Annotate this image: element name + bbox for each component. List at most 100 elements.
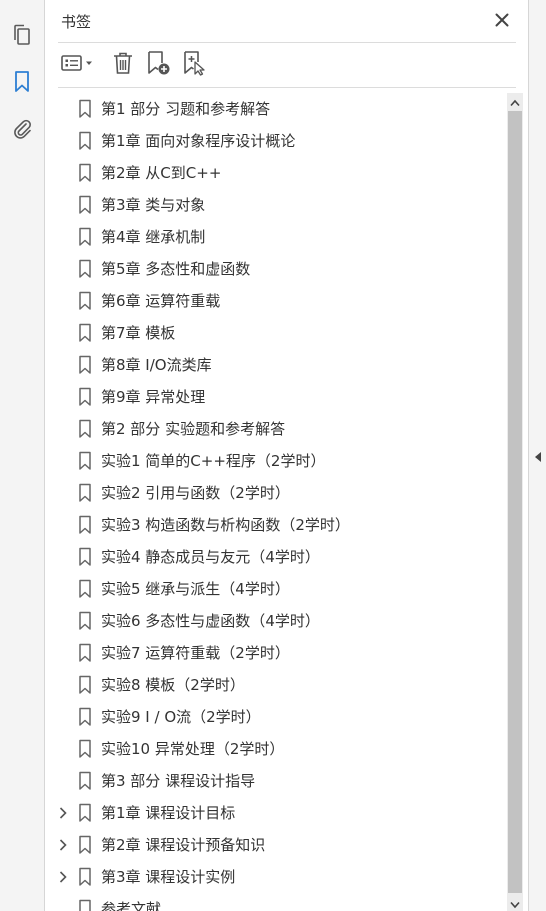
bookmark-item[interactable]: 实验9 I / O流（2学时） (46, 701, 504, 733)
bookmark-label: 实验1 简单的C++程序（2学时） (101, 452, 326, 470)
scroll-up-button[interactable] (507, 93, 523, 109)
bookmark-icon (78, 579, 92, 599)
page-thumbnails-button[interactable] (7, 20, 37, 50)
bookmark-icon (78, 707, 92, 727)
bookmark-item[interactable]: 实验5 继承与派生（4学时） (46, 573, 504, 605)
bookmark-item[interactable]: 第2 部分 实验题和参考解答 (46, 413, 504, 445)
panel-title: 书签 (61, 13, 92, 31)
right-collapse-strip (528, 0, 546, 911)
pages-icon (11, 23, 33, 47)
bookmark-item[interactable]: 第3章 类与对象 (46, 189, 504, 221)
bookmark-label: 第3章 类与对象 (101, 196, 206, 214)
bookmark-icon (78, 515, 92, 535)
bookmark-cursor-icon (181, 50, 207, 80)
list-options-icon (60, 53, 96, 77)
bookmark-icon (78, 163, 92, 183)
collapse-panel-button[interactable] (533, 450, 543, 464)
bookmark-item[interactable]: 实验8 模板（2学时） (46, 669, 504, 701)
chevron-right-icon[interactable] (56, 838, 70, 852)
bookmark-icon (78, 675, 92, 695)
bookmark-item[interactable]: 第7章 模板 (46, 317, 504, 349)
chevron-right-icon[interactable] (56, 870, 70, 884)
bookmark-icon (78, 643, 92, 663)
bookmark-label: 第1章 课程设计目标 (101, 804, 236, 822)
attachments-panel-button[interactable] (7, 113, 37, 143)
navigation-rail (0, 0, 45, 911)
bookmark-label: 实验3 构造函数与析构函数（2学时） (101, 516, 350, 534)
add-bookmark-icon (145, 50, 171, 80)
close-panel-button[interactable] (492, 11, 512, 31)
bookmark-item[interactable]: 实验1 简单的C++程序（2学时） (46, 445, 504, 477)
options-menu-button[interactable] (58, 52, 98, 78)
trash-icon (112, 51, 134, 79)
delete-bookmark-button[interactable] (110, 52, 136, 78)
bookmark-icon (78, 387, 92, 407)
bookmark-item[interactable]: 第1章 面向对象程序设计概论 (46, 125, 504, 157)
bookmark-icon (78, 259, 92, 279)
bookmark-item[interactable]: 实验7 运算符重载（2学时） (46, 637, 504, 669)
bookmark-label: 第1章 面向对象程序设计概论 (101, 132, 296, 150)
bookmark-icon (78, 131, 92, 151)
bookmark-item[interactable]: 第3章 课程设计实例 (46, 861, 504, 893)
chevron-right-icon[interactable] (56, 806, 70, 820)
bookmark-item[interactable]: 第2章 课程设计预备知识 (46, 829, 504, 861)
bookmark-icon (78, 227, 92, 247)
bookmark-icon (78, 771, 92, 791)
bookmark-label: 第9章 异常处理 (101, 388, 206, 406)
bookmark-list: 第1 部分 习题和参考解答第1章 面向对象程序设计概论 第2章 从C到C++ 第3章… (46, 93, 504, 911)
chevron-up-icon (510, 92, 520, 111)
bookmark-item[interactable]: 第1 部分 习题和参考解答 (46, 93, 504, 125)
bookmark-icon (78, 867, 92, 887)
bookmark-item[interactable]: 第9章 异常处理 (46, 381, 504, 413)
new-bookmark-from-structure-button[interactable] (180, 50, 208, 80)
bookmark-item[interactable]: 参考文献 (46, 893, 504, 911)
scrollbar-thumb[interactable] (508, 111, 522, 893)
bookmark-label: 第2 部分 实验题和参考解答 (101, 420, 286, 438)
bookmarks-panel: 书签 第1 部分 习题和参考解答 第1章 面向对象程序设计概论 第2章 从C到C… (46, 0, 528, 911)
attachment-icon (11, 116, 33, 140)
bookmark-label: 第7章 模板 (101, 324, 176, 342)
bookmark-item[interactable]: 实验3 构造函数与析构函数（2学时） (46, 509, 504, 541)
bookmark-item[interactable]: 实验2 引用与函数（2学时） (46, 477, 504, 509)
bookmark-label: 实验6 多态性与虚函数（4学时） (101, 612, 320, 630)
bookmark-item[interactable]: 第3 部分 课程设计指导 (46, 765, 504, 797)
triangle-left-icon (534, 448, 542, 467)
vertical-scrollbar[interactable] (507, 93, 523, 911)
bookmark-icon (78, 547, 92, 567)
bookmark-item[interactable]: 第2章 从C到C++ (46, 157, 504, 189)
bookmark-icon (78, 899, 92, 911)
bookmark-label: 第5章 多态性和虚函数 (101, 260, 251, 278)
bookmark-icon (78, 483, 92, 503)
bookmark-label: 第1 部分 习题和参考解答 (101, 100, 271, 118)
bookmark-item[interactable]: 实验10 异常处理（2学时） (46, 733, 504, 765)
bookmark-item[interactable]: 第5章 多态性和虚函数 (46, 253, 504, 285)
bookmark-icon (78, 419, 92, 439)
bookmarks-panel-button[interactable] (7, 67, 37, 97)
toolbar-divider (58, 87, 516, 88)
panel-header: 书签 (46, 0, 528, 42)
bookmark-label: 第2章 从C到C++ (101, 164, 222, 182)
bookmark-icon (78, 291, 92, 311)
bookmark-label: 实验8 模板（2学时） (101, 676, 245, 694)
bookmark-label: 实验5 继承与派生（4学时） (101, 580, 290, 598)
bookmark-item[interactable]: 第6章 运算符重载 (46, 285, 504, 317)
bookmark-icon (78, 451, 92, 471)
bookmark-icon (78, 195, 92, 215)
bookmark-item[interactable]: 实验6 多态性与虚函数（4学时） (46, 605, 504, 637)
bookmark-icon (78, 99, 92, 119)
bookmark-item[interactable]: 第8章 I/O流类库 (46, 349, 504, 381)
close-icon (495, 12, 509, 31)
bookmark-label: 第6章 运算符重载 (101, 292, 221, 310)
bookmark-item[interactable]: 第1章 课程设计目标 (46, 797, 504, 829)
bookmark-label: 第3章 课程设计实例 (101, 868, 236, 886)
bookmark-icon (13, 70, 31, 94)
bookmark-label: 实验10 异常处理（2学时） (101, 740, 285, 758)
bookmark-item[interactable]: 实验4 静态成员与友元（4学时） (46, 541, 504, 573)
new-bookmark-button[interactable] (144, 50, 172, 80)
scroll-down-button[interactable] (507, 895, 523, 911)
bookmark-label: 第2章 课程设计预备知识 (101, 836, 266, 854)
bookmark-label: 实验4 静态成员与友元（4学时） (101, 548, 320, 566)
bookmark-icon (78, 739, 92, 759)
bookmark-item[interactable]: 第4章 继承机制 (46, 221, 504, 253)
bookmark-icon (78, 323, 92, 343)
